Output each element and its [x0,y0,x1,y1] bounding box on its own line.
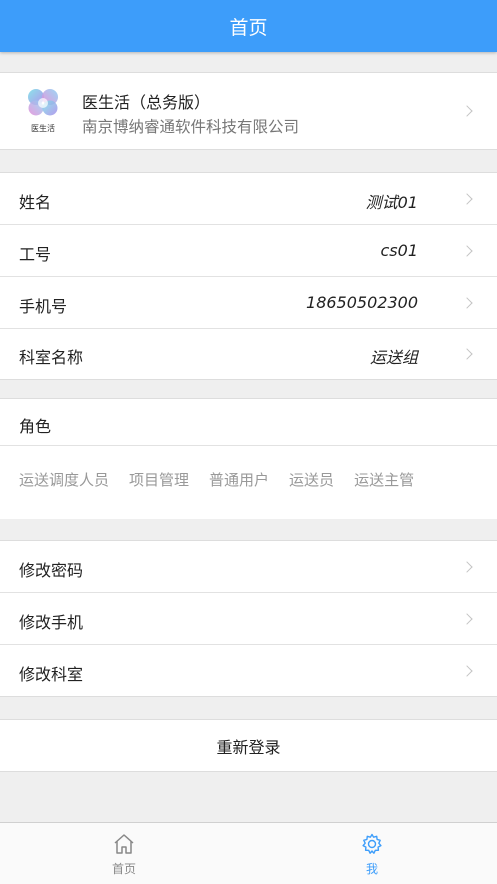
row-label: 修改科室 [19,665,84,684]
profile-card: 姓名 测试01 工号 cs01 手机号 18650502300 科室名称 运送组 [0,172,497,380]
row-label: 修改手机 [19,613,84,632]
chevron-right-icon [461,193,473,205]
profile-row-department[interactable]: 科室名称 运送组 [0,328,497,379]
app-info-card[interactable]: 医生活 医生活（总务版） 南京博纳睿通软件科技有限公司 [0,72,497,150]
tab-bar: 首页 我 [0,822,497,884]
tab-label: 我 [365,862,378,876]
role-tags: 运送调度人员 项目管理 普通用户 运送员 运送主管 [19,469,434,490]
home-icon [114,834,134,854]
change-phone-row[interactable]: 修改手机 [0,593,497,644]
profile-row-name[interactable]: 姓名 测试01 [0,173,497,224]
chevron-right-icon [461,105,473,117]
header-bar: 首页 [0,0,497,52]
page-title: 首页 [229,16,268,39]
roles-card: 角色 运送调度人员 项目管理 普通用户 运送员 运送主管 [0,398,497,519]
row-value: 测试01 [365,193,418,212]
chevron-right-icon [461,561,473,573]
chevron-right-icon [461,245,473,257]
row-value: 18650502300 [306,293,418,312]
chevron-right-icon [461,613,473,625]
profile-row-employee-id[interactable]: 工号 cs01 [0,225,497,276]
app-logo: 医生活 [22,87,64,135]
role-tag: 项目管理 [129,471,190,489]
app-name: 医生活（总务版） [82,93,211,112]
chevron-right-icon [461,665,473,677]
role-tag: 运送调度人员 [19,471,110,489]
logo-text: 医生活 [31,124,55,133]
relogin-button[interactable]: 重新登录 [0,719,497,772]
change-department-row[interactable]: 修改科室 [0,645,497,696]
change-password-row[interactable]: 修改密码 [0,541,497,592]
profile-row-phone[interactable]: 手机号 18650502300 [0,277,497,328]
app-company: 南京博纳睿通软件科技有限公司 [82,118,300,136]
roles-title: 角色 [19,417,52,436]
role-tag: 普通用户 [209,471,270,489]
row-label: 科室名称 [19,348,84,367]
row-label: 修改密码 [19,561,84,580]
role-tag: 运送员 [289,471,335,489]
flower-logo-icon [28,89,58,116]
row-value: 运送组 [369,348,418,367]
chevron-right-icon [461,297,473,309]
chevron-right-icon [461,348,473,360]
tab-label: 首页 [111,862,136,876]
role-tag: 运送主管 [354,471,415,489]
tab-me[interactable]: 我 [312,823,432,884]
row-label: 工号 [19,245,52,264]
divider [0,445,497,446]
settings-card: 修改密码 修改手机 修改科室 [0,540,497,697]
tab-home[interactable]: 首页 [64,823,184,884]
gear-icon [362,833,382,854]
row-label: 姓名 [19,193,52,212]
row-label: 手机号 [19,297,68,316]
row-value: cs01 [380,241,419,260]
relogin-label: 重新登录 [216,737,281,757]
